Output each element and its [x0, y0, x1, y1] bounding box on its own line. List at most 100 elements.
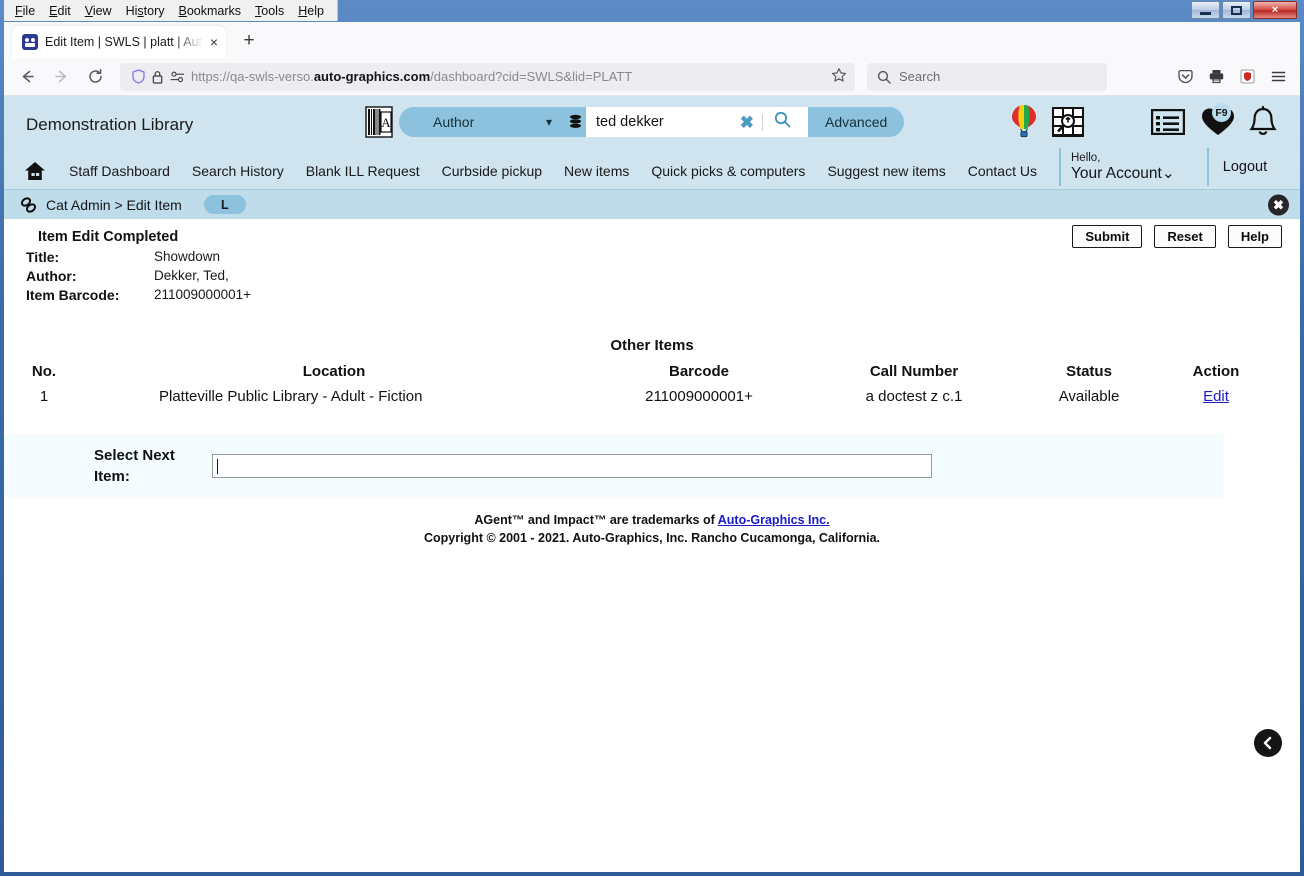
- browser-menu-bar[interactable]: File Edit View History Bookmarks Tools H…: [4, 0, 338, 21]
- extension-icon[interactable]: [1233, 63, 1261, 91]
- search-icon: [877, 70, 891, 84]
- author-value: Dekker, Ted,: [154, 268, 229, 283]
- browser-tab-active[interactable]: Edit Item | SWLS | platt | Auto-G ×: [12, 26, 226, 58]
- nav-item-curbside-pickup[interactable]: Curbside pickup: [431, 163, 553, 179]
- pocket-icon[interactable]: [1171, 63, 1199, 91]
- new-tab-button[interactable]: +: [236, 28, 262, 54]
- chevron-down-icon: ⌄: [1161, 164, 1175, 182]
- nav-item-new-items[interactable]: New items: [553, 163, 640, 179]
- web-page: Demonstration Library A Author ▾ ted dek…: [4, 96, 1300, 872]
- cell-location: Platteville Public Library - Adult - Fic…: [159, 388, 423, 405]
- search-scope-value: Author: [433, 114, 475, 130]
- favorites-count-badge: F9: [1212, 103, 1231, 122]
- item-metadata: Title: Showdown Author: Dekker, Ted, Ite…: [4, 249, 1300, 303]
- close-icon[interactable]: ✖: [1268, 194, 1289, 215]
- address-bar[interactable]: https://qa-swls-verso.auto-graphics.com/…: [120, 62, 855, 91]
- favorites-heart-icon[interactable]: F9: [1194, 103, 1242, 137]
- reload-icon[interactable]: [80, 62, 110, 92]
- close-window-button[interactable]: ×: [1253, 1, 1297, 19]
- clear-search-icon[interactable]: ✖: [732, 114, 762, 131]
- account-menu[interactable]: Hello, Your Account⌄: [1059, 148, 1175, 186]
- menu-bookmarks[interactable]: Bookmarks: [172, 1, 249, 21]
- metadata-row: Author: Dekker, Ted,: [26, 268, 1300, 284]
- account-greeting: Hello,: [1071, 151, 1101, 164]
- url-text[interactable]: https://qa-swls-verso.auto-graphics.com/…: [191, 69, 824, 84]
- table-header-row: No. Location Barcode Call Number Status …: [4, 360, 1268, 383]
- menu-view[interactable]: View: [78, 1, 119, 21]
- account-area: Hello, Your Account⌄ Logout: [1004, 148, 1267, 186]
- nav-item-staff-dashboard[interactable]: Staff Dashboard: [58, 163, 181, 179]
- metadata-row: Item Barcode: 211009000001+: [26, 287, 1300, 303]
- auto-graphics-link[interactable]: Auto-Graphics Inc.: [718, 513, 830, 527]
- select-next-item-input[interactable]: [212, 454, 932, 478]
- maximize-button[interactable]: [1222, 1, 1251, 19]
- breadcrumb-badge[interactable]: L: [203, 195, 246, 214]
- logout-button[interactable]: Logout: [1206, 148, 1267, 186]
- nav-item-quick-picks[interactable]: Quick picks & computers: [640, 163, 816, 179]
- select-next-item-row: Select Next Item:: [4, 435, 1224, 497]
- menu-help[interactable]: Help: [291, 1, 331, 21]
- footer-trademark-text: AGent™ and Impact™ are trademarks of: [474, 513, 718, 527]
- menu-tools[interactable]: Tools: [248, 1, 291, 21]
- select-next-item-label: Select Next Item:: [94, 447, 175, 485]
- library-name: Demonstration Library: [26, 114, 194, 134]
- menu-edit[interactable]: Edit: [42, 1, 78, 21]
- account-name[interactable]: Your Account⌄: [1071, 165, 1175, 183]
- cell-status: Available: [1058, 388, 1120, 405]
- home-icon[interactable]: [24, 161, 46, 181]
- url-path: /dashboard?cid=SWLS&lid=PLATT: [430, 69, 633, 84]
- edit-item-link[interactable]: Edit: [1203, 388, 1229, 405]
- barcode-scan-icon[interactable]: A: [364, 106, 394, 138]
- submit-button[interactable]: Submit: [1072, 225, 1143, 248]
- hot-air-balloon-icon[interactable]: [1004, 104, 1044, 140]
- column-header-call-number: Call Number: [869, 363, 959, 380]
- back-icon[interactable]: [12, 62, 42, 92]
- browser-search-placeholder: Search: [899, 69, 941, 84]
- nav-item-search-history[interactable]: Search History: [181, 163, 295, 179]
- search-scope-select[interactable]: Author ▾: [399, 107, 564, 137]
- link-chain-icon: [20, 196, 37, 213]
- nav-item-blank-ill-request[interactable]: Blank ILL Request: [295, 163, 431, 179]
- author-label: Author:: [26, 268, 77, 284]
- lock-icon[interactable]: [152, 70, 163, 84]
- my-lists-icon[interactable]: [1142, 109, 1194, 135]
- menu-file[interactable]: File: [8, 1, 42, 21]
- minimize-button[interactable]: [1191, 1, 1220, 19]
- cell-barcode: 211009000001+: [645, 388, 753, 405]
- nav-item-suggest-new-items[interactable]: Suggest new items: [816, 163, 956, 179]
- window-controls[interactable]: ×: [1191, 1, 1297, 19]
- item-barcode-value: 211009000001+: [154, 287, 251, 302]
- back-to-top-button[interactable]: [1254, 729, 1282, 757]
- app-header: Demonstration Library A Author ▾ ted dek…: [4, 96, 1300, 186]
- footer-copyright: Copyright © 2001 - 2021. Auto-Graphics, …: [423, 531, 881, 545]
- forward-icon[interactable]: [46, 62, 76, 92]
- notifications-bell-icon[interactable]: [1242, 106, 1284, 138]
- reset-button[interactable]: Reset: [1154, 225, 1216, 248]
- tab-title: Edit Item | SWLS | platt | Auto-G: [45, 35, 203, 49]
- browser-window: Edit Item | SWLS | platt | Auto-G × +: [4, 22, 1300, 872]
- permissions-icon[interactable]: [170, 71, 184, 83]
- search-query-input[interactable]: ted dekker ✖: [586, 107, 808, 137]
- menu-history[interactable]: History: [119, 1, 172, 21]
- svg-text:A: A: [381, 115, 391, 130]
- column-header-no: No.: [31, 363, 57, 380]
- advanced-search-button[interactable]: Advanced: [808, 107, 905, 137]
- tab-close-icon[interactable]: ×: [210, 35, 218, 49]
- column-header-barcode: Barcode: [668, 363, 730, 380]
- browser-nav-bar: https://qa-swls-verso.auto-graphics.com/…: [4, 58, 1300, 96]
- column-header-action: Action: [1192, 363, 1240, 380]
- map-search-icon[interactable]: [1044, 105, 1092, 139]
- breadcrumb[interactable]: Cat Admin > Edit Item: [46, 197, 182, 213]
- hamburger-menu-icon[interactable]: [1264, 63, 1292, 91]
- bookmark-star-icon[interactable]: [831, 67, 847, 87]
- browser-search-bar[interactable]: Search: [867, 62, 1107, 91]
- window-title: [338, 0, 1300, 3]
- help-button[interactable]: Help: [1227, 225, 1282, 248]
- shield-icon[interactable]: [132, 69, 145, 84]
- print-icon[interactable]: [1202, 63, 1230, 91]
- page-footer: AGent™ and Impact™ are trademarks of Aut…: [4, 511, 1300, 547]
- other-items-table: No. Location Barcode Call Number Status …: [4, 360, 1268, 410]
- submit-search-icon[interactable]: [763, 111, 802, 133]
- title-value: Showdown: [154, 249, 221, 264]
- database-icon[interactable]: [564, 107, 586, 137]
